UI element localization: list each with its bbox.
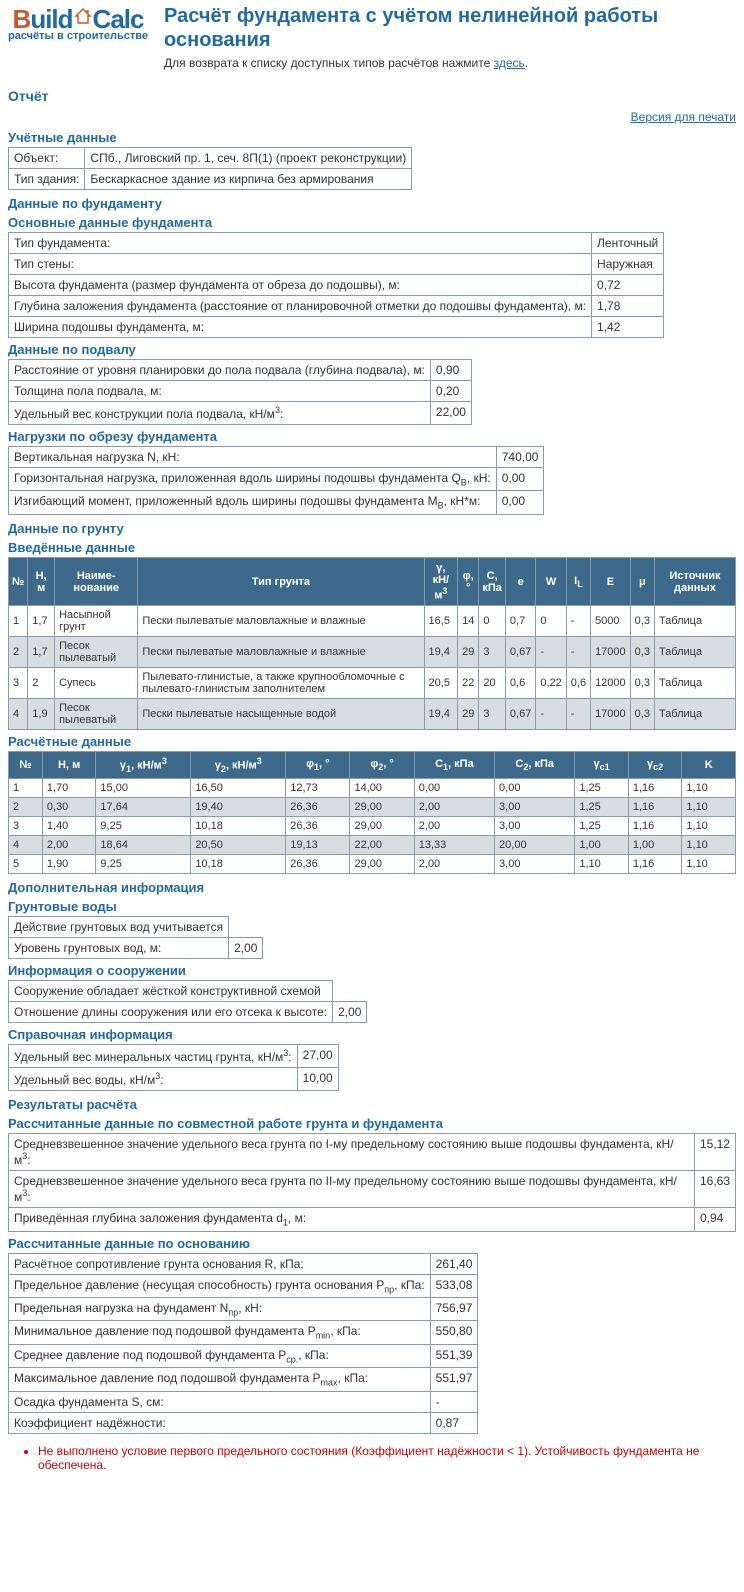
loads-heading: Нагрузки по обрезу фундамента — [8, 429, 736, 444]
foundation-main-table: Тип фундамента:Ленточный Тип стены:Наруж… — [8, 232, 664, 338]
gw-heading: Грунтовые воды — [8, 899, 736, 914]
loads-table: Вертикальная нагрузка N, кН:740,00 Гориз… — [8, 446, 544, 515]
calc-heading: Расчётные данные — [8, 734, 736, 749]
logo-subtitle: расчёты в строительстве — [8, 30, 148, 42]
struct-table: Сооружение обладает жёсткой конструктивн… — [8, 980, 367, 1023]
warning-item: Не выполнено условие первого предельного… — [38, 1444, 736, 1472]
soil-heading: Данные по грунту — [8, 521, 736, 536]
base-heading: Рассчитанные данные по основанию — [8, 1236, 736, 1251]
house-icon — [73, 4, 93, 30]
struct-heading: Информация о сооружении — [8, 963, 736, 978]
print-link[interactable]: Версия для печати — [631, 110, 736, 124]
warning-list: Не выполнено условие первого предельного… — [38, 1444, 736, 1472]
ref-heading: Справочная информация — [8, 1027, 736, 1042]
base-table: Расчётное сопротивление грунта основания… — [8, 1253, 478, 1434]
back-link[interactable]: здесь — [494, 56, 525, 70]
calc-table: №H, м γ1, кН/м3γ2, кН/м3 φ1, °φ2, ° C1, … — [8, 751, 736, 874]
account-heading: Учётные данные — [8, 130, 736, 145]
ref-table: Удельный вес минеральных частиц грунта, … — [8, 1044, 339, 1091]
basement-table: Расстояние от уровня планировки до пола … — [8, 359, 472, 425]
foundation-heading: Данные по фундаменту — [8, 196, 736, 211]
page-title: Расчёт фундамента с учётом нелинейной ра… — [164, 4, 736, 52]
extra-heading: Дополнительная информация — [8, 880, 736, 895]
header: BuildCalc расчёты в строительстве Расчёт… — [0, 0, 744, 74]
report-heading: Отчёт — [8, 88, 736, 104]
subtitle: Для возврата к списку доступных типов ра… — [164, 56, 736, 70]
joint-heading: Рассчитанные данные по совместной работе… — [8, 1116, 736, 1131]
soil-input-heading: Введённые данные — [8, 540, 736, 555]
basement-heading: Данные по подвалу — [8, 342, 736, 357]
logo: BuildCalc расчёты в строительстве — [8, 4, 148, 42]
results-heading: Результаты расчёта — [8, 1097, 736, 1112]
foundation-main-heading: Основные данные фундамента — [8, 215, 736, 230]
account-table: Объект:СПб., Лиговский пр. 1, сеч. 8П(1)… — [8, 147, 412, 190]
soil-table: №H, мНаиме-нованиеТип грунта γ,кН/м3φ,°C… — [8, 557, 736, 731]
joint-table: Средневзвешенное значение удельного веса… — [8, 1133, 736, 1231]
gw-table: Действие грунтовых вод учитывается Урове… — [8, 916, 263, 959]
